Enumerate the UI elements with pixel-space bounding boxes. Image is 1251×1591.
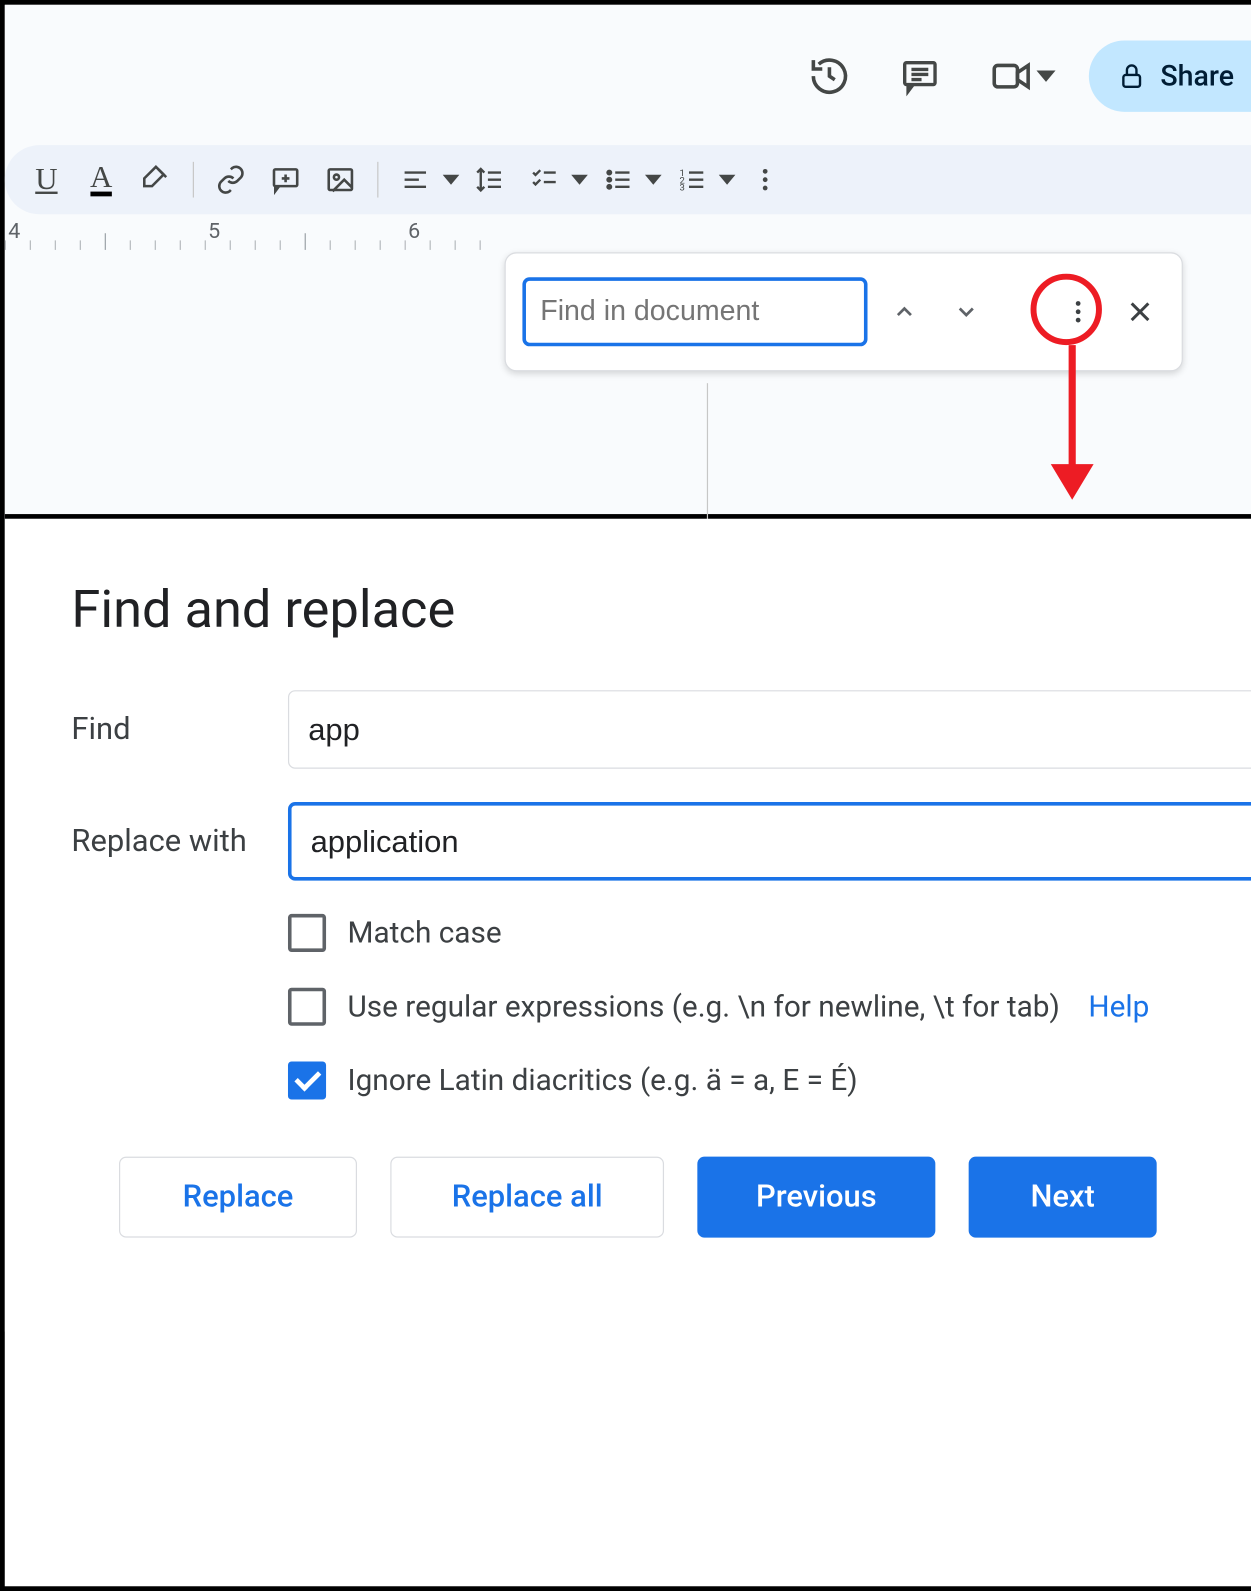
comments-icon[interactable]: [891, 48, 948, 105]
ruler-tick: [105, 233, 106, 250]
ruler-tick: [280, 240, 281, 250]
ruler-tick: [430, 240, 431, 250]
ruler-tick: [80, 240, 81, 250]
dialog-title: Find and replace: [71, 578, 1251, 640]
ruler-tick: [330, 240, 331, 250]
find-next-button[interactable]: [941, 287, 991, 337]
ruler-tick: [5, 240, 6, 250]
share-label: Share: [1160, 60, 1234, 93]
lock-icon: [1118, 62, 1147, 91]
find-close-button[interactable]: [1115, 287, 1165, 337]
align-dropdown-icon[interactable]: [443, 171, 460, 188]
previous-button[interactable]: Previous: [697, 1157, 935, 1238]
svg-text:3: 3: [679, 182, 684, 193]
find-field[interactable]: [288, 690, 1251, 769]
ruler-tick: [180, 240, 181, 250]
find-label: Find: [71, 712, 288, 748]
ruler-tick: [355, 240, 356, 250]
ruler-mark: 6: [408, 219, 420, 244]
ruler-tick: [480, 240, 481, 250]
ruler-tick: [230, 240, 231, 250]
meet-dropdown-icon[interactable]: [1037, 67, 1056, 86]
underline-button[interactable]: U: [21, 155, 71, 205]
ruler-tick: [405, 240, 406, 250]
insert-link-button[interactable]: [206, 155, 256, 205]
line-spacing-button[interactable]: [464, 155, 514, 205]
ruler-tick: [30, 240, 31, 250]
diacritics-label: Ignore Latin diacritics (e.g. ä = a, E =…: [347, 1063, 857, 1098]
find-bar: [505, 252, 1183, 371]
ruler-tick: [380, 240, 381, 250]
history-icon[interactable]: [801, 48, 858, 105]
regex-help-link[interactable]: Help: [1088, 989, 1149, 1024]
header-row: Share: [5, 5, 1251, 124]
ruler-mark: 4: [8, 219, 20, 244]
highlight-button[interactable]: [131, 155, 181, 205]
numbered-list-button[interactable]: 123: [666, 155, 716, 205]
bullet-list-button[interactable]: [593, 155, 643, 205]
ruler-tick: [255, 240, 256, 250]
ruler-tick: [155, 240, 156, 250]
page-edge: [707, 383, 708, 526]
checklist-dropdown-icon[interactable]: [571, 171, 588, 188]
diacritics-checkbox[interactable]: [288, 1061, 326, 1099]
text-color-button[interactable]: A: [76, 155, 126, 205]
align-button[interactable]: [390, 155, 440, 205]
toolbar-separator: [377, 162, 378, 198]
formatting-toolbar: U A: [5, 145, 1251, 214]
composite-frame: Share U A: [0, 0, 1251, 1591]
ruler-tick: [455, 240, 456, 250]
replace-button[interactable]: Replace: [119, 1157, 357, 1238]
document-area: [505, 252, 1251, 514]
docs-app-top: Share U A: [5, 5, 1251, 519]
ruler-tick: [55, 240, 56, 250]
horizontal-ruler: 4 5 6: [5, 219, 1251, 250]
meet-icon[interactable]: [982, 48, 1039, 105]
match-case-label: Match case: [347, 916, 501, 951]
toolbar-separator: [193, 162, 194, 198]
find-replace-dialog: Find and replace Find 4 of 20 Replace wi…: [5, 519, 1251, 1332]
share-button[interactable]: Share: [1089, 40, 1251, 111]
add-comment-button[interactable]: [261, 155, 311, 205]
next-button[interactable]: Next: [969, 1157, 1157, 1238]
numbered-list-dropdown-icon[interactable]: [719, 171, 736, 188]
bullet-list-dropdown-icon[interactable]: [645, 171, 662, 188]
replace-all-button[interactable]: Replace all: [390, 1157, 664, 1238]
find-prev-button[interactable]: [879, 287, 929, 337]
replace-label: Replace with: [71, 823, 288, 859]
insert-image-button[interactable]: [315, 155, 365, 205]
find-more-options-button[interactable]: [1053, 287, 1103, 337]
replace-field[interactable]: [288, 802, 1251, 881]
more-tools-button[interactable]: [740, 155, 790, 205]
regex-label: Use regular expressions (e.g. \n for new…: [347, 989, 1059, 1024]
ruler-tick: [305, 233, 306, 250]
regex-checkbox[interactable]: [288, 988, 326, 1026]
find-input[interactable]: [522, 277, 867, 346]
checklist-button[interactable]: [519, 155, 569, 205]
ruler-tick: [130, 240, 131, 250]
match-case-checkbox[interactable]: [288, 914, 326, 952]
ruler-mark: 5: [208, 219, 220, 244]
ruler-tick: [205, 240, 206, 250]
